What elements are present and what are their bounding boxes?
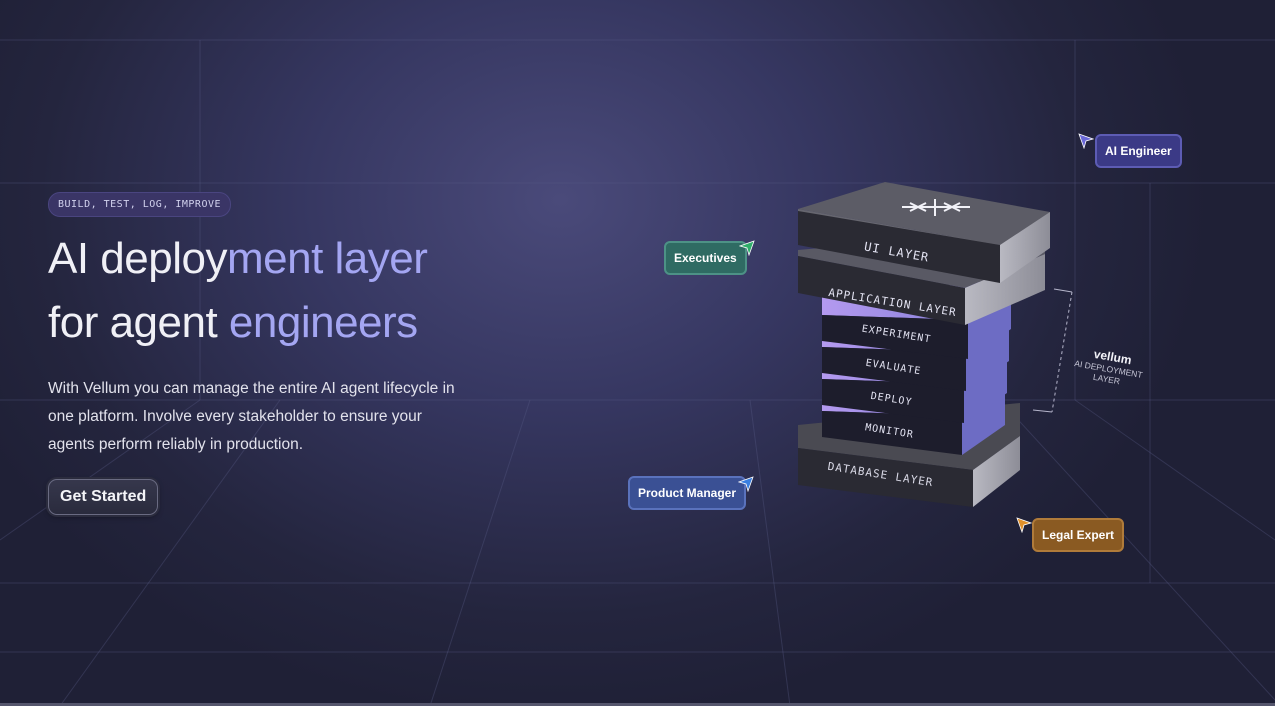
- role-tag-product-manager: Product Manager: [628, 476, 747, 510]
- cursor-arrow-icon: [1016, 517, 1032, 533]
- deployment-stack-illustration: DATABASE LAYER MONITOR DEPLOY EVALUATE E…: [798, 182, 1143, 507]
- role-tag-legal-expert: Legal Expert: [1032, 518, 1125, 552]
- role-tag-executives: Executives: [664, 241, 747, 275]
- cursor-arrow-icon: [738, 476, 754, 492]
- deployment-layer-bracket: [1032, 288, 1073, 413]
- cursor-arrow-icon: [1078, 133, 1094, 149]
- cursor-arrow-icon: [739, 240, 755, 256]
- role-tag-ai-engineer: AI Engineer: [1095, 134, 1182, 168]
